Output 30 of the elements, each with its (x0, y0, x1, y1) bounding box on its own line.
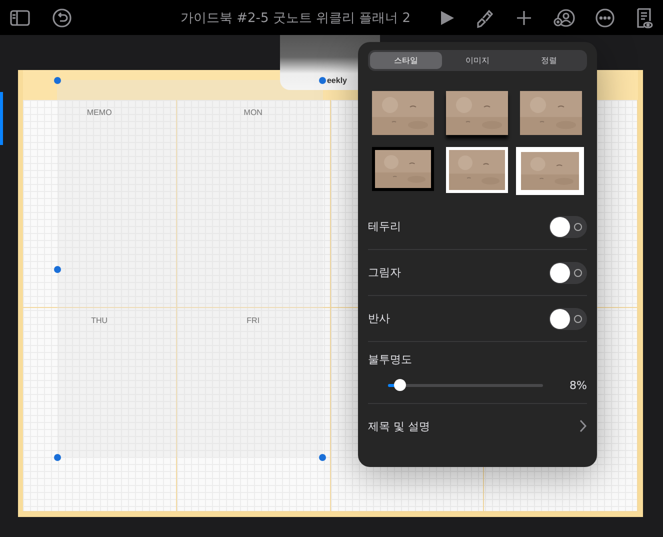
opacity-value: 8% (568, 378, 587, 392)
day-label: MEMO (86, 108, 112, 117)
opacity-label: 불투명도 (368, 352, 413, 367)
toggle-label: 테두리 (368, 219, 401, 234)
chevron-right-icon (579, 419, 587, 433)
toggle-label: 그림자 (368, 265, 401, 280)
style-option[interactable] (372, 147, 434, 191)
sidebar-icon[interactable] (10, 10, 30, 26)
undo-icon[interactable] (52, 8, 72, 28)
header-text: eekly (326, 76, 347, 85)
paintbrush-icon[interactable] (475, 8, 495, 28)
more-icon[interactable] (595, 8, 615, 28)
collaborate-icon[interactable] (553, 8, 575, 28)
toggle-label: 반사 (368, 311, 390, 326)
add-icon[interactable] (515, 8, 533, 26)
popover-tab[interactable]: 정렬 (513, 52, 586, 69)
side-indicator (0, 92, 3, 145)
day-label: THU (91, 316, 108, 325)
toggle-switch[interactable] (549, 308, 587, 330)
play-icon[interactable] (439, 8, 455, 26)
popover-tab[interactable]: 스타일 (370, 52, 442, 69)
title-description-row[interactable]: 제목 및 설명 (368, 404, 587, 448)
document-title: 가이드북 #2-5 굿노트 위클리 플래너 2 (179, 10, 412, 26)
day-label: FRI (246, 316, 260, 325)
popover-tab[interactable]: 이미지 (442, 52, 514, 69)
day-label: MON (244, 108, 262, 117)
toggle-switch[interactable] (549, 262, 587, 284)
document-icon[interactable] (635, 6, 653, 28)
slider-thumb[interactable] (394, 379, 406, 391)
toggle-switch[interactable] (549, 216, 587, 238)
